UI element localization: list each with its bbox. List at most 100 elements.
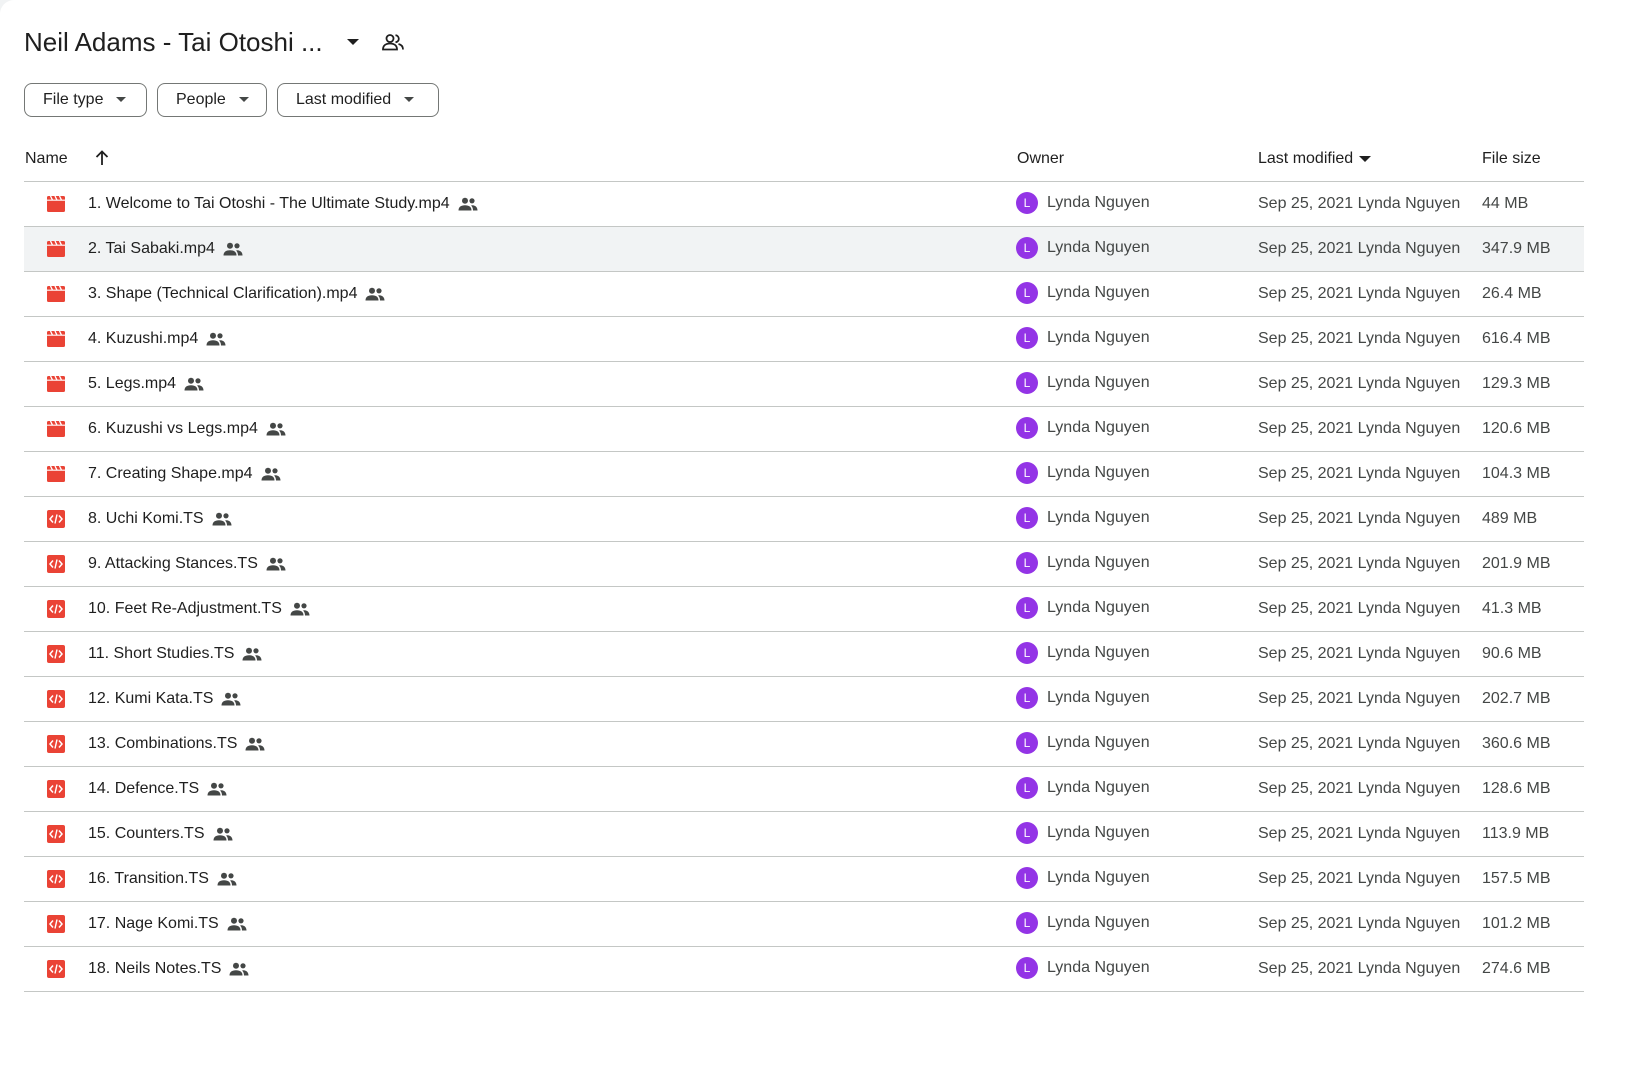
column-header-name[interactable]: Name [25, 150, 68, 168]
folder-header: Neil Adams - Tai Otoshi ... [24, 24, 407, 60]
file-size-cell: 347.9 MB [1482, 240, 1551, 257]
file-name-label: 17. Nage Komi.TS [88, 915, 219, 932]
people-filter-label: People [176, 91, 226, 108]
video-file-icon [46, 194, 66, 214]
file-name-label: 15. Counters.TS [88, 825, 205, 842]
avatar[interactable]: L [1016, 507, 1038, 529]
file-name[interactable]: 6. Kuzushi vs Legs.mp4 [88, 420, 286, 438]
table-row[interactable]: 12. Kumi Kata.TS L Lynda Nguyen Sep 25, 202… [24, 677, 1584, 722]
table-row[interactable]: 13. Combinations.TS L Lynda Nguyen Sep 25, … [24, 722, 1584, 767]
table-row[interactable]: 11. Short Studies.TS L Lynda Nguyen Sep 25,… [24, 632, 1584, 677]
avatar[interactable]: L [1016, 237, 1038, 259]
owner-cell: L Lynda Nguyen [1016, 237, 1150, 259]
file-name[interactable]: 7. Creating Shape.mp4 [88, 465, 281, 483]
file-name-label: 7. Creating Shape.mp4 [88, 465, 253, 482]
avatar[interactable]: L [1016, 912, 1038, 934]
arrow-up-icon[interactable] [92, 148, 112, 168]
owner-cell: L Lynda Nguyen [1016, 777, 1150, 799]
table-row[interactable]: 10. Feet Re-Adjustment.TS L Lynda Nguyen Se… [24, 587, 1584, 632]
table-row[interactable]: 17. Nage Komi.TS L Lynda Nguyen Sep 25, 202… [24, 902, 1584, 947]
file-name[interactable]: 9. Attacking Stances.TS [88, 555, 286, 573]
file-name[interactable]: 2. Tai Sabaki.mp4 [88, 240, 243, 258]
avatar[interactable]: L [1016, 552, 1038, 574]
file-name[interactable]: 13. Combinations.TS [88, 735, 265, 753]
shared-people-icon [213, 826, 233, 842]
table-row[interactable]: 16. Transition.TS L Lynda Nguyen Sep 25, 20… [24, 857, 1584, 902]
code-file-icon [46, 689, 66, 709]
shared-people-icon [458, 196, 478, 212]
file-rows: 1. Welcome to Tai Otoshi - The Ultimate … [24, 182, 1584, 992]
file-name[interactable]: 16. Transition.TS [88, 870, 237, 888]
folder-title[interactable]: Neil Adams - Tai Otoshi ... [24, 27, 323, 58]
people-filter[interactable]: People [157, 83, 267, 117]
avatar[interactable]: L [1016, 642, 1038, 664]
file-name[interactable]: 15. Counters.TS [88, 825, 233, 843]
avatar[interactable]: L [1016, 597, 1038, 619]
table-row[interactable]: 5. Legs.mp4 L Lynda Nguyen Sep 25, 2021 Lyn… [24, 362, 1584, 407]
file-name-label: 1. Welcome to Tai Otoshi - The Ultimate … [88, 195, 450, 212]
avatar[interactable]: L [1016, 687, 1038, 709]
owner-name: Lynda Nguyen [1047, 464, 1150, 481]
shared-people-icon [290, 601, 310, 617]
file-size-cell: 104.3 MB [1482, 465, 1551, 482]
file-name[interactable]: 3. Shape (Technical Clarification).mp4 [88, 285, 385, 303]
file-name-label: 11. Short Studies.TS [88, 645, 235, 662]
file-name[interactable]: 12. Kumi Kata.TS [88, 690, 241, 708]
file-name[interactable]: 14. Defence.TS [88, 780, 227, 798]
file-type-filter[interactable]: File type [24, 83, 147, 117]
table-row[interactable]: 6. Kuzushi vs Legs.mp4 L Lynda Nguyen Sep 2… [24, 407, 1584, 452]
table-row[interactable]: 1. Welcome to Tai Otoshi - The Ultimate … [24, 182, 1584, 227]
last-modified-filter[interactable]: Last modified [277, 83, 439, 117]
table-row[interactable]: 9. Attacking Stances.TS L Lynda Nguyen Sep … [24, 542, 1584, 587]
table-row[interactable]: 8. Uchi Komi.TS L Lynda Nguyen Sep 25, 2021… [24, 497, 1584, 542]
code-file-icon [46, 734, 66, 754]
avatar[interactable]: L [1016, 462, 1038, 484]
avatar[interactable]: L [1016, 282, 1038, 304]
table-header: Name Owner Last modified File size [24, 136, 1584, 182]
file-name[interactable]: 1. Welcome to Tai Otoshi - The Ultimate … [88, 195, 478, 213]
caret-down-icon[interactable] [341, 30, 365, 54]
file-name[interactable]: 17. Nage Komi.TS [88, 915, 247, 933]
avatar[interactable]: L [1016, 192, 1038, 214]
code-file-icon [46, 554, 66, 574]
avatar[interactable]: L [1016, 327, 1038, 349]
avatar[interactable]: L [1016, 867, 1038, 889]
owner-name: Lynda Nguyen [1047, 374, 1150, 391]
column-header-owner[interactable]: Owner [1017, 150, 1064, 168]
table-row[interactable]: 2. Tai Sabaki.mp4 L Lynda Nguyen Sep 25, 20… [24, 227, 1584, 272]
avatar[interactable]: L [1016, 417, 1038, 439]
last-modified-cell: Sep 25, 2021 Lynda Nguyen [1258, 285, 1461, 302]
code-file-icon [46, 824, 66, 844]
shared-folder-icon[interactable] [379, 28, 407, 56]
code-file-icon [46, 914, 66, 934]
code-file-icon [46, 959, 66, 979]
table-row[interactable]: 14. Defence.TS L Lynda Nguyen Sep 25, 2021 … [24, 767, 1584, 812]
file-size-cell: 120.6 MB [1482, 420, 1551, 437]
file-size-cell: 360.6 MB [1482, 735, 1551, 752]
shared-people-icon [207, 781, 227, 797]
column-header-last-modified[interactable]: Last modified [1258, 150, 1372, 168]
avatar[interactable]: L [1016, 372, 1038, 394]
column-header-file-size[interactable]: File size [1482, 150, 1541, 168]
owner-name: Lynda Nguyen [1047, 329, 1150, 346]
avatar[interactable]: L [1016, 732, 1038, 754]
file-name[interactable]: 5. Legs.mp4 [88, 375, 204, 393]
table-row[interactable]: 3. Shape (Technical Clarification).mp4 L L… [24, 272, 1584, 317]
file-type-filter-label: File type [43, 91, 104, 108]
table-row[interactable]: 7. Creating Shape.mp4 L Lynda Nguyen Sep 25… [24, 452, 1584, 497]
code-file-icon [46, 869, 66, 889]
file-size-cell: 274.6 MB [1482, 960, 1551, 977]
table-row[interactable]: 18. Neils Notes.TS L Lynda Nguyen Sep 25, 2… [24, 947, 1584, 992]
last-modified-cell: Sep 25, 2021 Lynda Nguyen [1258, 825, 1461, 842]
file-name[interactable]: 4. Kuzushi.mp4 [88, 330, 226, 348]
file-name[interactable]: 10. Feet Re-Adjustment.TS [88, 600, 310, 618]
avatar[interactable]: L [1016, 957, 1038, 979]
table-row[interactable]: 15. Counters.TS L Lynda Nguyen Sep 25, 2021… [24, 812, 1584, 857]
file-name[interactable]: 8. Uchi Komi.TS [88, 510, 232, 528]
file-name[interactable]: 18. Neils Notes.TS [88, 960, 249, 978]
table-row[interactable]: 4. Kuzushi.mp4 L Lynda Nguyen Sep 25, 2021 … [24, 317, 1584, 362]
avatar[interactable]: L [1016, 822, 1038, 844]
file-name[interactable]: 11. Short Studies.TS [88, 645, 262, 663]
video-file-icon [46, 464, 66, 484]
avatar[interactable]: L [1016, 777, 1038, 799]
